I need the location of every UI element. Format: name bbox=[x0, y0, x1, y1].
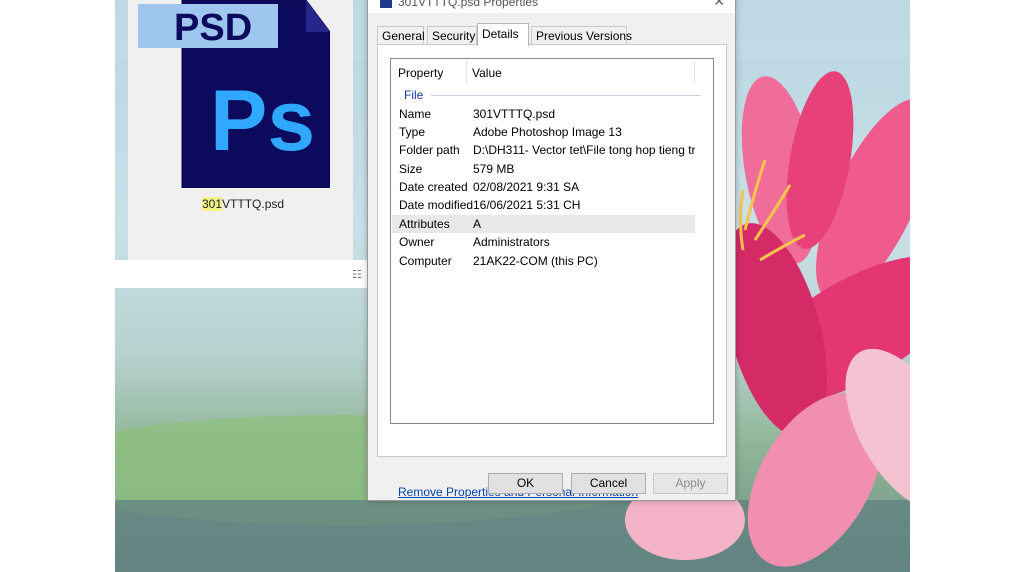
row-property: Type bbox=[399, 125, 426, 139]
table-row[interactable]: Computer 21AK22-COM (this PC) bbox=[392, 252, 695, 270]
ps-label: Ps bbox=[210, 73, 315, 169]
group-divider bbox=[431, 95, 701, 96]
row-value: D:\DH311- Vector tet\File tong hop tieng… bbox=[473, 143, 695, 157]
row-property: Folder path bbox=[399, 143, 460, 157]
psd-label: PSD bbox=[174, 7, 252, 49]
table-row[interactable]: Owner Administrators bbox=[392, 233, 695, 251]
close-icon[interactable]: ✕ bbox=[713, 0, 725, 10]
tab-security[interactable]: Security bbox=[427, 26, 477, 45]
table-row[interactable]: Size 579 MB bbox=[392, 160, 695, 178]
row-value: 16/06/2021 5:31 CH bbox=[473, 198, 581, 212]
table-row[interactable]: Folder path D:\DH311- Vector tet\File to… bbox=[392, 141, 695, 159]
table-row-selected[interactable]: Attributes A bbox=[392, 215, 695, 233]
row-value: A bbox=[473, 217, 482, 231]
file-name-label[interactable]: 301VTTTQ.psd bbox=[202, 197, 284, 211]
apply-button[interactable]: Apply bbox=[653, 473, 728, 494]
column-header-property[interactable]: Property bbox=[398, 66, 443, 80]
properties-dialog: 301VTTTQ.psd Properties ✕ General Securi… bbox=[367, 0, 736, 501]
row-property: Date modified bbox=[399, 198, 474, 212]
details-tab-page: Property Value File Name 301VTTTQ.psd Ty… bbox=[377, 44, 727, 499]
row-property: Date created bbox=[399, 180, 468, 194]
row-value: 579 MB bbox=[473, 162, 515, 176]
table-row[interactable]: Name 301VTTTQ.psd bbox=[392, 105, 695, 123]
row-property: Owner bbox=[399, 235, 435, 249]
table-row[interactable]: Date modified 16/06/2021 5:31 CH bbox=[392, 196, 695, 214]
row-property: Computer bbox=[399, 254, 452, 268]
view-toggle-icon[interactable]: ☷ bbox=[352, 268, 362, 281]
row-value: Administrators bbox=[473, 235, 550, 249]
tab-previous-versions[interactable]: Previous Versions bbox=[531, 26, 632, 45]
row-property: Attributes bbox=[399, 217, 450, 231]
group-header-file[interactable]: File bbox=[404, 88, 423, 102]
column-separator[interactable] bbox=[466, 61, 467, 83]
row-value: 02/08/2021 9:31 SA bbox=[473, 180, 580, 194]
column-header-value[interactable]: Value bbox=[472, 66, 502, 80]
table-row[interactable]: Date created 02/08/2021 9:31 SA bbox=[392, 178, 695, 196]
ok-button[interactable]: OK bbox=[488, 473, 563, 494]
list-header: Property Value bbox=[391, 59, 713, 86]
app-icon bbox=[380, 0, 392, 8]
row-value: Adobe Photoshop Image 13 bbox=[473, 125, 622, 139]
column-separator[interactable] bbox=[694, 61, 695, 83]
dialog-title: 301VTTTQ.psd Properties bbox=[398, 0, 539, 9]
table-row[interactable]: Type Adobe Photoshop Image 13 bbox=[392, 123, 695, 141]
row-value: 21AK22-COM (this PC) bbox=[473, 254, 598, 268]
row-value: 301VTTTQ.psd bbox=[473, 107, 556, 121]
explorer-status-strip bbox=[115, 260, 367, 288]
cancel-button[interactable]: Cancel bbox=[571, 473, 646, 494]
tab-general[interactable]: General bbox=[377, 26, 425, 45]
row-property: Size bbox=[399, 162, 423, 176]
tab-details[interactable]: Details bbox=[477, 23, 529, 46]
title-bar[interactable]: 301VTTTQ.psd Properties ✕ bbox=[368, 0, 735, 13]
file-name-highlight: 301 bbox=[202, 197, 223, 211]
row-property: Name bbox=[399, 107, 432, 121]
file-name-rest: VTTTQ.psd bbox=[222, 197, 285, 211]
details-list[interactable]: Property Value File Name 301VTTTQ.psd Ty… bbox=[390, 58, 714, 424]
psd-file-icon[interactable]: PSD Ps bbox=[138, 0, 331, 189]
